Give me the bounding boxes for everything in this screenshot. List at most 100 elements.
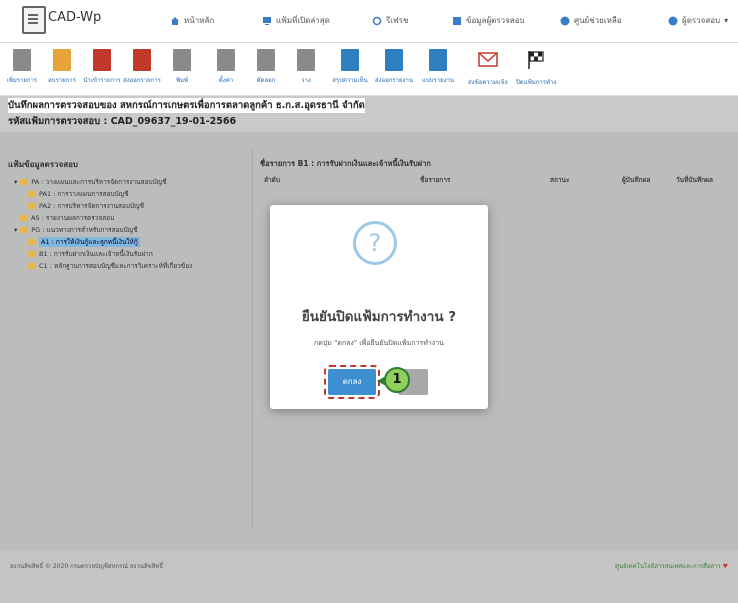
toolbar-label: นำเข้ารายการ <box>83 77 121 84</box>
user-icon <box>668 16 678 25</box>
ok-button[interactable]: ตกลง <box>324 365 380 399</box>
tree-node[interactable]: ▾ PG : แนวทางการสำหรับการสอบบัญชี <box>14 224 192 236</box>
tree-node-label: PA : วางแผนและการบริหารจัดการงานสอบบัญชี <box>31 178 167 186</box>
footer-copyright: สงวนลิขสิทธิ์ © 2020 กรมตรวจบัญชีสหกรณ์ … <box>10 563 163 570</box>
right-panel-title: ชื่อรายการ B1 : การรับฝากเงินและเจ้าหนี้… <box>260 159 431 168</box>
document-settings-icon <box>217 49 235 71</box>
collapse-icon[interactable]: ▾ <box>14 226 17 234</box>
app-title: CAD-Wp <box>48 10 102 25</box>
nav-recent[interactable]: แฟ้มที่เปิดล่าสุด <box>262 14 330 27</box>
toolbar-summary[interactable]: สรุปความเห็น <box>330 49 370 85</box>
toolbar-settings[interactable]: ตั้งค่า <box>206 49 246 85</box>
nav-refresh-label: รีเฟรช <box>386 16 409 25</box>
footer-link[interactable]: ศูนย์เทคโนโลยีสารสนเทศและการสื่อสาร ♥ <box>615 561 728 571</box>
document-paste-icon <box>297 49 315 71</box>
nav-user-label: ผู้ตรวจสอบ <box>682 16 721 25</box>
toolbar-export-report[interactable]: ส่งออกรายงาน <box>374 49 414 85</box>
document-import-icon <box>93 49 111 71</box>
toolbar-label: ปิดแฟ้มการทำงาน <box>516 79 556 86</box>
document-add-icon <box>13 49 31 71</box>
nav-help[interactable]: ศูนย์ช่วยเหลือ <box>560 14 622 27</box>
nav-refresh[interactable]: รีเฟรช <box>372 14 408 27</box>
chevron-down-icon: ▾ <box>724 16 729 25</box>
tree-node[interactable]: PA1 : การวางแผนการสอบบัญชี <box>14 188 192 200</box>
tree-node[interactable]: ▾ PA : วางแผนและการบริหารจัดการงานสอบบัญช… <box>14 176 192 188</box>
tree-node[interactable]: B1 : การรับฝากเงินและเจ้าหนี้เงินรับฝาก <box>14 248 192 260</box>
document-summary-icon <box>341 49 359 71</box>
column-header-number[interactable]: ลำดับ <box>264 175 280 185</box>
panel-divider <box>252 148 253 528</box>
document-export-icon <box>133 49 151 71</box>
document-copy-icon <box>257 49 275 71</box>
tree-node-label: PG : แนวทางการสำหรับการสอบบัญชี <box>31 226 138 234</box>
nav-home[interactable]: หน้าหลัก <box>170 14 214 27</box>
home-icon <box>171 16 179 25</box>
audit-tree: ▾ PA : วางแผนและการบริหารจัดการงานสอบบัญช… <box>14 176 192 272</box>
tree-node-label: A1 : การให้เงินกู้และลูกหนี้เงินให้กู้ <box>39 237 140 247</box>
nav-auditor-info[interactable]: ข้อมูลผู้ตรวจสอบ <box>452 14 525 27</box>
folder-icon <box>28 203 36 209</box>
folder-icon <box>28 191 36 197</box>
folder-icon <box>20 215 28 221</box>
folder-icon <box>28 239 36 245</box>
toolbar-send-notification[interactable]: ส่งข้อความแจ้งเตือน <box>468 49 508 87</box>
toolbar-close-file[interactable]: ปิดแฟ้มการทำงาน <box>516 49 556 87</box>
toolbar-report-form[interactable]: แบบรายงาน <box>418 49 458 85</box>
column-header-name[interactable]: ชื่อรายการ <box>420 175 450 185</box>
toolbar-label: พิมพ์ <box>176 77 188 84</box>
column-header-recorder[interactable]: ผู้บันทึกผล <box>622 175 650 185</box>
tree-node[interactable]: C1 : หลักฐานการสอบบัญชีและการวิเคราะห์ที… <box>14 260 192 272</box>
question-icon: ? <box>353 221 397 265</box>
toolbar: เพิ่มรายการ ลบรายการ นำเข้ารายการ ส่งออก… <box>0 43 738 96</box>
monitor-icon <box>263 16 271 25</box>
left-panel-title: แฟ้มข้อมูลตรวจสอบ <box>8 160 78 169</box>
toolbar-delete-item[interactable]: ลบรายการ <box>42 49 82 85</box>
toolbar-print[interactable]: พิมพ์ <box>162 49 202 85</box>
toolbar-label: ส่งออกรายงาน <box>375 77 413 84</box>
column-header-date[interactable]: วันที่บันทึกผล <box>676 175 713 185</box>
nav-home-label: หน้าหลัก <box>184 16 215 25</box>
tree-node[interactable]: AS : รายงานผลการตรวจสอบ <box>14 212 192 224</box>
toolbar-label: คัดลอก <box>256 77 276 84</box>
toolbar-copy[interactable]: คัดลอก <box>246 49 286 85</box>
tree-node-label: C1 : หลักฐานการสอบบัญชีและการวิเคราะห์ที… <box>39 262 193 270</box>
toolbar-import[interactable]: นำเข้ารายการ <box>82 49 122 85</box>
tree-node-label: PA1 : การวางแผนการสอบบัญชี <box>39 190 129 198</box>
toolbar-export[interactable]: ส่งออกรายการ <box>122 49 162 85</box>
tree-node-label: PA2 : การบริหารจัดการงานสอบบัญชี <box>39 202 144 210</box>
dialog-title: ยืนยันปิดแฟ้มการทำงาน ? <box>301 309 457 325</box>
collapse-icon[interactable]: ▾ <box>14 178 17 186</box>
page-title: บันทึกผลการตรวจสอบของ สหกรณ์การเกษตรเพื่… <box>8 98 365 113</box>
toolbar-label: แบบรายงาน <box>422 77 454 84</box>
confirm-close-dialog: ? ยืนยันปิดแฟ้มการทำงาน ? กดปุ่ม "ตกลง" … <box>270 205 488 409</box>
toolbar-label: เพิ่มรายการ <box>6 77 38 84</box>
mail-icon <box>478 52 498 67</box>
folder-icon <box>28 251 36 257</box>
toolbar-paste[interactable]: วาง <box>286 49 326 85</box>
column-header-status[interactable]: สถานะ <box>550 175 570 185</box>
nav-help-label: ศูนย์ช่วยเหลือ <box>574 16 622 25</box>
folder-icon <box>20 179 29 185</box>
folder-icon <box>20 227 29 233</box>
step-marker: 1 <box>377 367 410 393</box>
toolbar-add-item[interactable]: เพิ่มรายการ <box>2 49 42 85</box>
nav-auditor-info-label: ข้อมูลผู้ตรวจสอบ <box>466 16 525 25</box>
person-card-icon <box>453 16 461 25</box>
tree-node-selected[interactable]: A1 : การให้เงินกู้และลูกหนี้เงินให้กู้ <box>14 236 192 248</box>
footer-link-label: ศูนย์เทคโนโลยีสารสนเทศและการสื่อสาร <box>615 563 721 570</box>
refresh-icon <box>372 16 382 25</box>
folder-icon <box>28 263 36 269</box>
toolbar-label: วาง <box>301 77 311 84</box>
tree-node-label: AS : รายงานผลการตรวจสอบ <box>31 214 115 222</box>
document-form-icon <box>429 49 447 71</box>
toolbar-label: ลบรายการ <box>48 77 76 84</box>
checkered-flag-icon <box>528 51 544 69</box>
footer <box>0 550 738 603</box>
app-logo-icon <box>22 6 46 34</box>
toolbar-label: ตั้งค่า <box>218 77 234 84</box>
nav-user-menu[interactable]: ผู้ตรวจสอบ ▾ <box>668 14 728 27</box>
top-bar: CAD-Wp หน้าหลัก แฟ้มที่เปิดล่าสุด รีเฟรช… <box>0 0 738 43</box>
help-icon <box>560 16 570 25</box>
heart-icon: ♥ <box>722 563 728 570</box>
tree-node[interactable]: PA2 : การบริหารจัดการงานสอบบัญชี <box>14 200 192 212</box>
